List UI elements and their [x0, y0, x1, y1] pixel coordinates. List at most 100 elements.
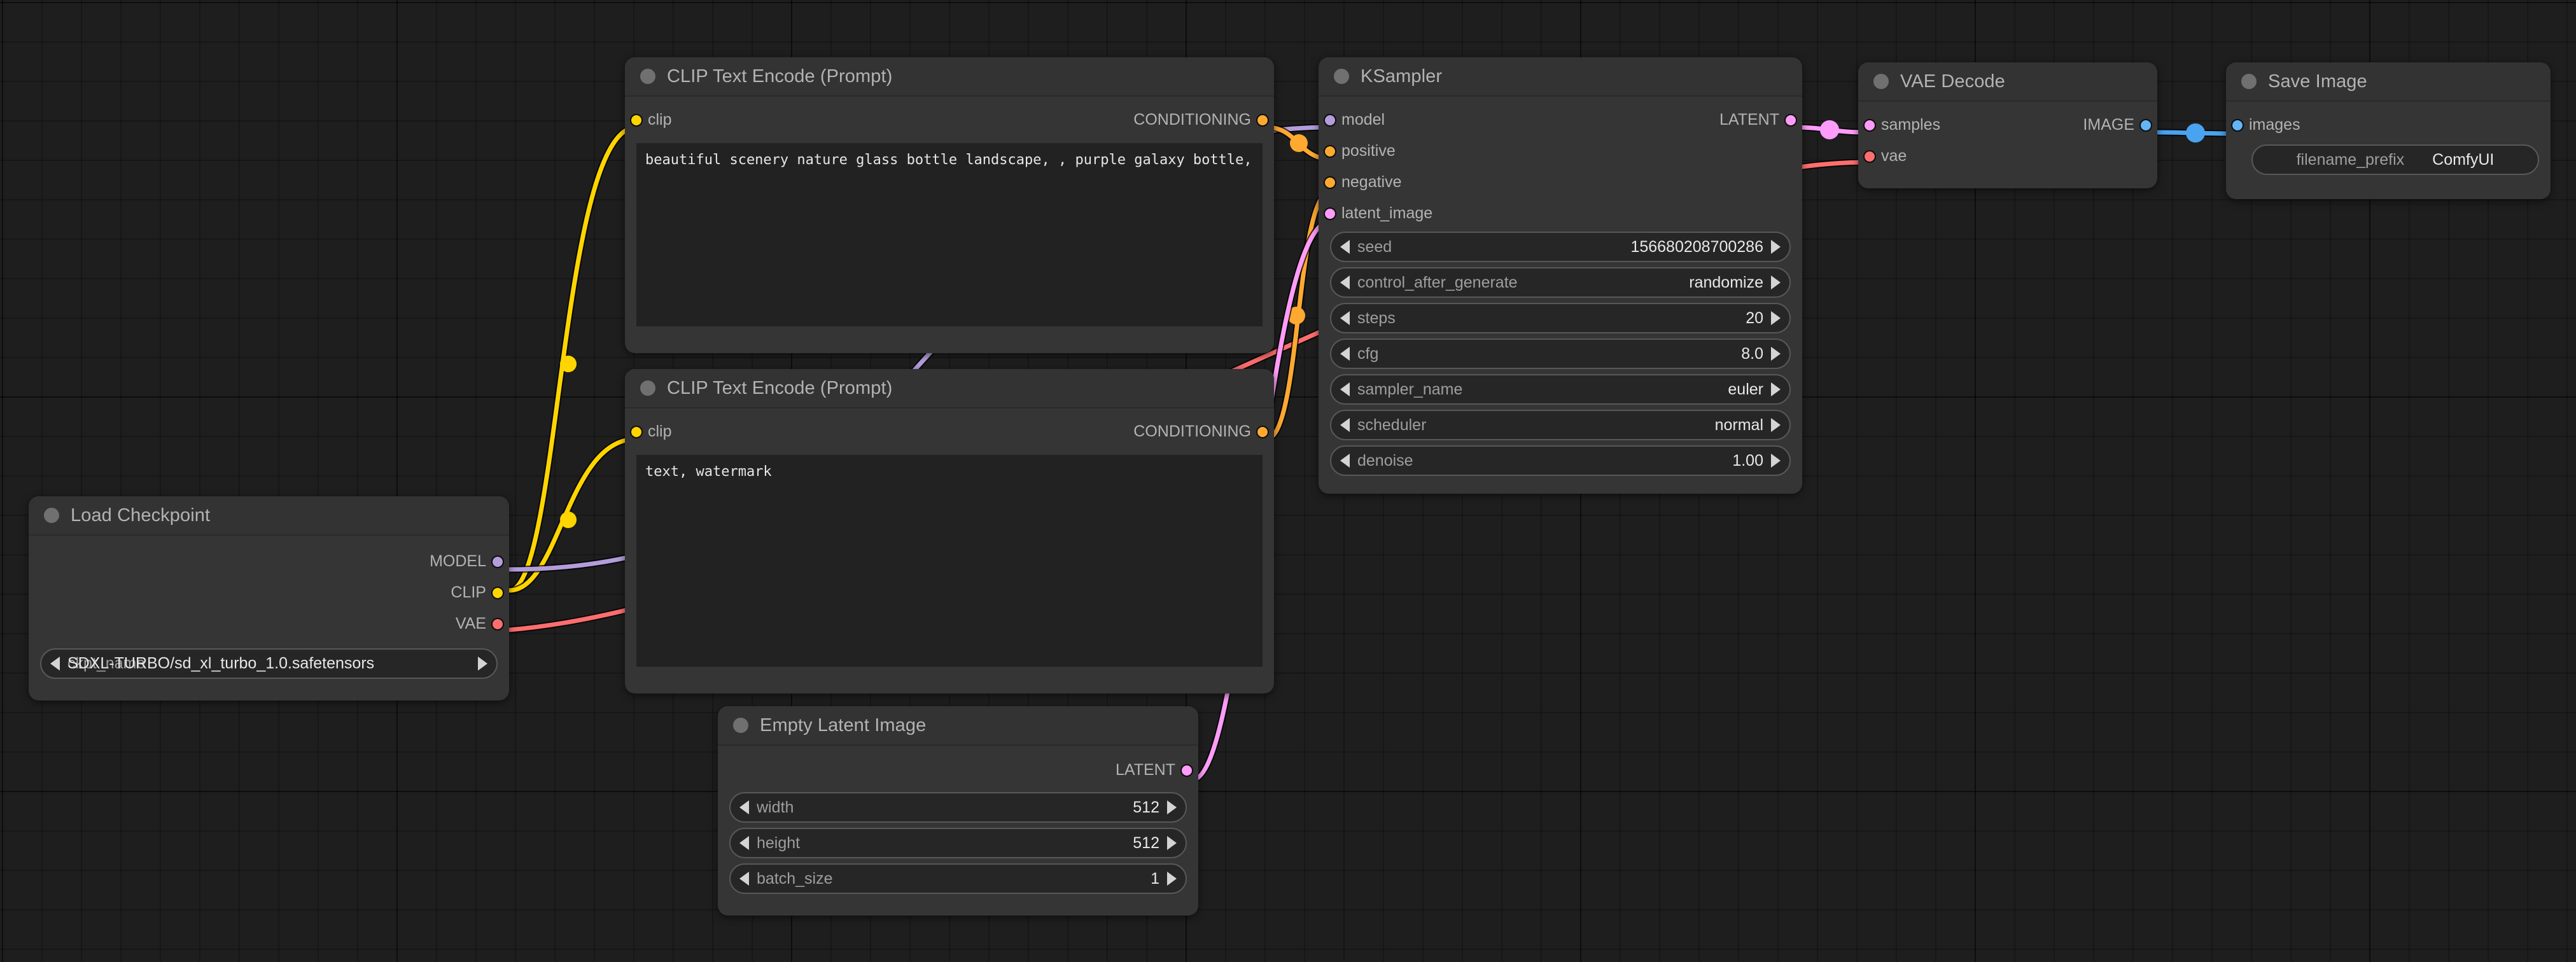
- node-title-bar[interactable]: CLIP Text Encode (Prompt): [625, 369, 1274, 408]
- output-slot-latent[interactable]: LATENT: [718, 755, 1198, 786]
- slot-dot-latent-icon[interactable]: [1324, 207, 1336, 220]
- widget-filename-prefix[interactable]: filename_prefix ComfyUI: [2251, 144, 2539, 175]
- input-slot-images[interactable]: images: [2226, 109, 2551, 141]
- node-empty-latent-image[interactable]: Empty Latent Image LATENT width 512 heig…: [718, 706, 1198, 916]
- node-title-bar[interactable]: CLIP Text Encode (Prompt): [625, 57, 1274, 97]
- graph-canvas[interactable]: Load Checkpoint MODEL CLIP VAE ckpt_name: [0, 0, 2576, 962]
- collapse-dot-icon[interactable]: [1334, 69, 1349, 84]
- widget-label: sampler_name: [1357, 380, 1463, 398]
- node-save-image[interactable]: Save Image images filename_prefix ComfyU…: [2226, 62, 2551, 199]
- collapse-dot-icon[interactable]: [640, 69, 655, 84]
- widget-cfg[interactable]: cfg 8.0: [1330, 338, 1791, 369]
- slot-dot-latent-icon[interactable]: [1784, 113, 1797, 127]
- widget-sampler-name[interactable]: sampler_name euler: [1330, 374, 1791, 405]
- slot-dot-latent-icon[interactable]: [1863, 118, 1876, 132]
- slot-dot-model-icon[interactable]: [1324, 113, 1336, 127]
- output-slot-clip[interactable]: CLIP: [29, 577, 509, 608]
- node-vae-decode[interactable]: VAE Decode samples IMAGE vae: [1858, 62, 2157, 188]
- collapse-dot-icon[interactable]: [44, 508, 59, 523]
- widget-scheduler[interactable]: scheduler normal: [1330, 410, 1791, 440]
- widget-value: normal: [1714, 415, 1763, 434]
- widget-batch-size[interactable]: batch_size 1: [729, 863, 1187, 894]
- decrement-arrow-icon[interactable]: [1340, 454, 1350, 468]
- node-title-bar[interactable]: VAE Decode: [1858, 62, 2157, 102]
- slot-dot-model-icon[interactable]: [491, 555, 504, 568]
- node-title-bar[interactable]: Load Checkpoint: [29, 496, 509, 536]
- slot-dot-vae-icon[interactable]: [1863, 150, 1876, 163]
- decrement-arrow-icon[interactable]: [739, 872, 749, 886]
- node-body: images filename_prefix ComfyUI: [2226, 102, 2551, 199]
- increment-arrow-icon[interactable]: [1771, 454, 1781, 468]
- decrement-arrow-icon[interactable]: [1340, 418, 1350, 432]
- slot-dot-conditioning-icon[interactable]: [1324, 144, 1336, 158]
- slot-dot-conditioning-icon[interactable]: [1256, 113, 1269, 127]
- widget-denoise[interactable]: denoise 1.00: [1330, 445, 1791, 476]
- increment-arrow-icon[interactable]: [1771, 240, 1781, 254]
- widget-seed[interactable]: seed 156680208700286: [1330, 232, 1791, 262]
- collapse-dot-icon[interactable]: [640, 380, 655, 396]
- widget-ckpt-name[interactable]: ckpt_name SDXL-TURBO/sd_xl_turbo_1.0.saf…: [40, 648, 498, 679]
- output-slot-conditioning[interactable]: CONDITIONING: [797, 104, 1274, 136]
- slot-dot-image-icon[interactable]: [2139, 118, 2152, 132]
- increment-arrow-icon[interactable]: [1167, 836, 1177, 850]
- widget-value: 8.0: [1741, 344, 1763, 363]
- node-clip-text-encode-negative[interactable]: CLIP Text Encode (Prompt) clip CONDITION…: [625, 369, 1274, 694]
- output-slot-vae[interactable]: VAE: [29, 608, 509, 639]
- increment-arrow-icon[interactable]: [1771, 382, 1781, 396]
- slot-dot-image-icon[interactable]: [2231, 118, 2244, 132]
- increment-arrow-icon[interactable]: [478, 657, 487, 671]
- output-slot-conditioning[interactable]: CONDITIONING: [797, 416, 1274, 447]
- widget-value: randomize: [1689, 273, 1763, 291]
- node-clip-text-encode-positive[interactable]: CLIP Text Encode (Prompt) clip CONDITION…: [625, 57, 1274, 353]
- collapse-dot-icon[interactable]: [1873, 74, 1889, 89]
- collapse-dot-icon[interactable]: [2241, 74, 2257, 89]
- slot-label: CONDITIONING: [1133, 422, 1251, 440]
- input-slot-negative[interactable]: negative: [1319, 167, 1802, 198]
- node-title-bar[interactable]: Empty Latent Image: [718, 706, 1198, 746]
- node-ksampler[interactable]: KSampler model LATENT positive negative …: [1319, 57, 1802, 494]
- slot-dot-clip-icon[interactable]: [630, 113, 643, 127]
- widget-width[interactable]: width 512: [729, 792, 1187, 823]
- widget-control-after-generate[interactable]: control_after_generate randomize: [1330, 267, 1791, 298]
- increment-arrow-icon[interactable]: [1771, 275, 1781, 289]
- slot-dot-clip-icon[interactable]: [491, 586, 504, 599]
- node-title-bar[interactable]: KSampler: [1319, 57, 1802, 97]
- slot-dot-conditioning-icon[interactable]: [1324, 176, 1336, 189]
- widget-value: SDXL-TURBO/sd_xl_turbo_1.0.safetensors: [67, 654, 375, 673]
- widget-label: batch_size: [757, 869, 833, 888]
- output-slot-image[interactable]: IMAGE: [1955, 109, 2157, 141]
- node-title-text: KSampler: [1361, 66, 1443, 87]
- prompt-textarea[interactable]: beautiful scenery nature glass bottle la…: [636, 143, 1263, 326]
- widget-steps[interactable]: steps 20: [1330, 303, 1791, 333]
- slot-dot-vae-icon[interactable]: [491, 617, 504, 631]
- decrement-arrow-icon[interactable]: [739, 800, 749, 814]
- decrement-arrow-icon[interactable]: [1340, 240, 1350, 254]
- increment-arrow-icon[interactable]: [1771, 418, 1781, 432]
- decrement-arrow-icon[interactable]: [1340, 275, 1350, 289]
- node-load-checkpoint[interactable]: Load Checkpoint MODEL CLIP VAE ckpt_name: [29, 496, 509, 701]
- collapse-dot-icon[interactable]: [733, 718, 748, 733]
- output-slot-model[interactable]: MODEL: [29, 546, 509, 577]
- widget-height[interactable]: height 512: [729, 828, 1187, 858]
- increment-arrow-icon[interactable]: [1771, 311, 1781, 325]
- slot-dot-clip-icon[interactable]: [630, 425, 643, 438]
- input-slot-positive[interactable]: positive: [1319, 136, 1802, 167]
- decrement-arrow-icon[interactable]: [50, 657, 60, 671]
- increment-arrow-icon[interactable]: [1771, 347, 1781, 361]
- decrement-arrow-icon[interactable]: [1340, 382, 1350, 396]
- increment-arrow-icon[interactable]: [1167, 800, 1177, 814]
- widget-label: seed: [1357, 237, 1392, 256]
- decrement-arrow-icon[interactable]: [739, 836, 749, 850]
- output-slot-latent[interactable]: LATENT: [1489, 104, 1802, 136]
- prompt-textarea[interactable]: text, watermark: [636, 455, 1263, 667]
- increment-arrow-icon[interactable]: [1167, 872, 1177, 886]
- slot-dot-latent-icon[interactable]: [1180, 763, 1193, 777]
- slot-dot-conditioning-icon[interactable]: [1256, 425, 1269, 438]
- node-title-bar[interactable]: Save Image: [2226, 62, 2551, 102]
- decrement-arrow-icon[interactable]: [1340, 347, 1350, 361]
- widget-label: height: [757, 833, 801, 852]
- link-layer: [505, 120, 2237, 784]
- input-slot-vae[interactable]: vae: [1858, 141, 2157, 172]
- input-slot-latent-image[interactable]: latent_image: [1319, 198, 1802, 229]
- decrement-arrow-icon[interactable]: [1340, 311, 1350, 325]
